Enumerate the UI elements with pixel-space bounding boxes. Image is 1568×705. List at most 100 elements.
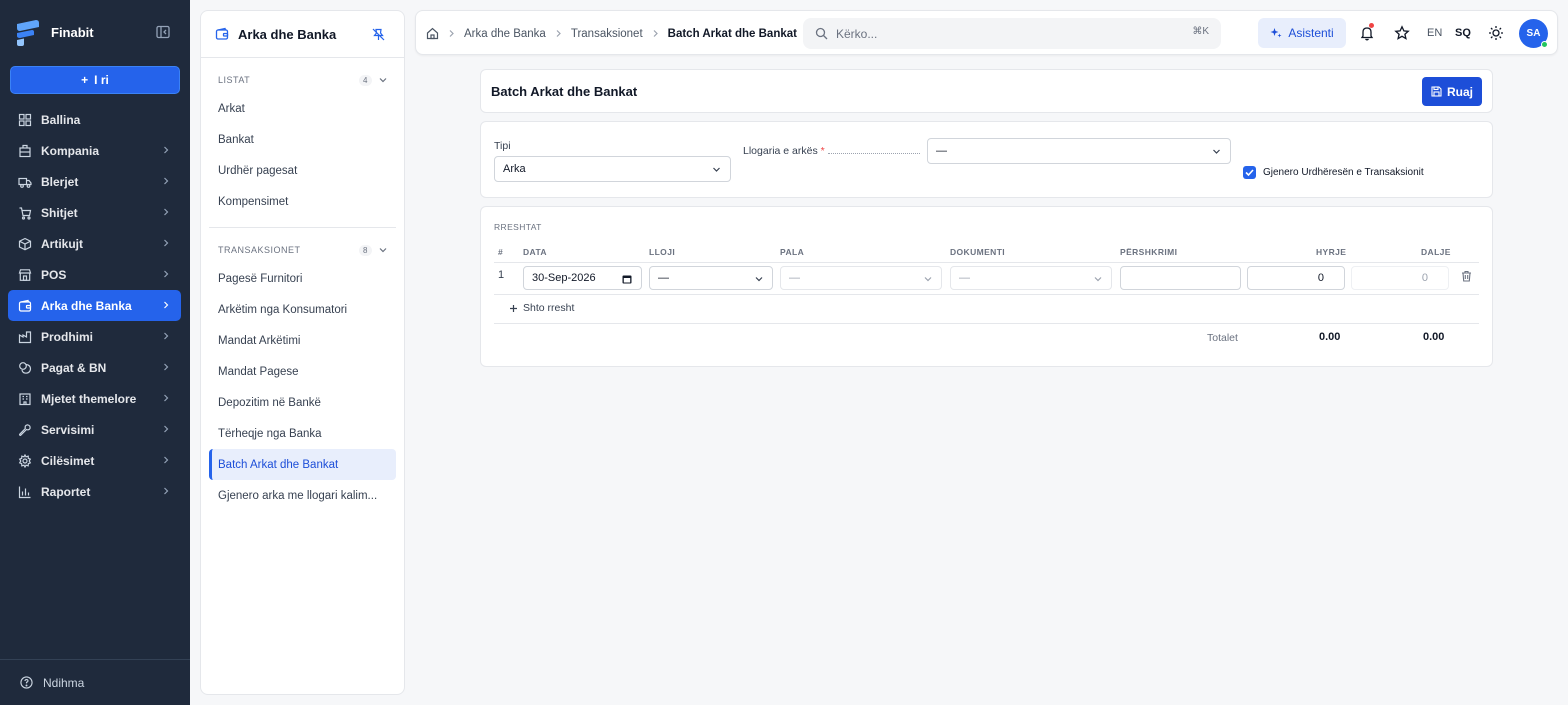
pala-select[interactable]: — xyxy=(780,266,942,290)
sidebar-item-ballina[interactable]: Ballina xyxy=(8,104,181,135)
sidebar-item-label: Ballina xyxy=(41,112,81,127)
chevron-right-icon xyxy=(164,425,169,433)
sidebar-item-prodhimi[interactable]: Prodhimi xyxy=(8,321,181,352)
panel-item[interactable]: Arkat xyxy=(209,93,396,124)
breadcrumb-item[interactable]: Arka dhe Banka xyxy=(464,28,546,40)
pershkrimi-input[interactable] xyxy=(1120,266,1241,290)
assets-icon xyxy=(19,392,31,405)
sidebar-item-blerjet[interactable]: Blerjet xyxy=(8,166,181,197)
panel-item[interactable]: Bankat xyxy=(209,124,396,155)
tipi-select[interactable]: Arka xyxy=(494,156,731,182)
dokumenti-select[interactable]: — xyxy=(950,266,1112,290)
chevron-right-icon xyxy=(164,456,169,464)
section-header[interactable]: TRANSAKSIONET 8 xyxy=(209,240,396,260)
sidebar-item-pagat-bn[interactable]: Pagat & BN xyxy=(8,352,181,383)
sidebar-item-kompania[interactable]: Kompania xyxy=(8,135,181,166)
sidebar-item-label: POS xyxy=(41,267,67,282)
section-title: TRANSAKSIONET xyxy=(218,245,301,255)
sidebar-item-arka-dhe-banka[interactable]: Arka dhe Banka xyxy=(8,290,181,321)
generate-label: Gjenero Urdhëresën e Transaksionit xyxy=(1263,167,1424,178)
help-icon xyxy=(20,676,33,689)
date-value: 30-Sep-2026 xyxy=(532,272,596,284)
label-leader-line xyxy=(828,153,920,154)
chevron-right-icon xyxy=(164,177,169,185)
llogaria-label-text: Llogaria e arkës xyxy=(743,145,818,157)
panel-item[interactable]: Depozitim në Bankë xyxy=(209,387,396,418)
panel-item[interactable]: Mandat Pagese xyxy=(209,356,396,387)
tipi-label: Tipi xyxy=(494,140,511,152)
panel-item-label: Kompensimet xyxy=(218,195,289,208)
lang-sq[interactable]: SQ xyxy=(1455,27,1471,39)
panel-item[interactable]: Kompensimet xyxy=(209,186,396,217)
lang-en[interactable]: EN xyxy=(1427,27,1442,39)
panel-item[interactable]: Batch Arkat dhe Bankat xyxy=(209,449,396,480)
panel-item-label: Arkëtim nga Konsumatori xyxy=(218,303,348,316)
home-icon[interactable] xyxy=(426,27,439,40)
generate-checkbox[interactable] xyxy=(1243,166,1256,179)
sidebar-item-label: Shitjet xyxy=(41,205,78,220)
sidebar-item-label: Mjetet themelore xyxy=(41,391,137,406)
panel-item[interactable]: Arkëtim nga Konsumatori xyxy=(209,294,396,325)
sidebar-item-mjetet-themelore[interactable]: Mjetet themelore xyxy=(8,383,181,414)
sidebar-item-label: Artikujt xyxy=(41,236,83,251)
star-icon[interactable] xyxy=(1394,25,1410,41)
assistant-button[interactable]: Asistenti xyxy=(1258,18,1346,48)
help-label: Ndihma xyxy=(43,675,85,690)
brand[interactable]: Finabit xyxy=(14,18,94,47)
sidebar-item-raportet[interactable]: Raportet xyxy=(8,476,181,507)
page-title: Batch Arkat dhe Bankat xyxy=(491,84,638,99)
save-button[interactable]: Ruaj xyxy=(1422,77,1482,106)
divider xyxy=(209,227,396,228)
sidebar-item-servisimi[interactable]: Servisimi xyxy=(8,414,181,445)
sidebar-collapse-icon[interactable] xyxy=(156,25,170,39)
chevron-right-icon xyxy=(164,208,169,216)
sidebar-item-pos[interactable]: POS xyxy=(8,259,181,290)
panel-item[interactable]: Gjenero arka me llogari kalim... xyxy=(209,480,396,511)
chevron-down-icon xyxy=(713,167,720,172)
panel-sections: LISTAT 4 Arkat Bankat Urdhër pagesat Kompensi… xyxy=(201,70,404,511)
new-button[interactable]: + I ri xyxy=(10,66,180,94)
cart-icon xyxy=(19,206,32,220)
panel-item-label: Batch Arkat dhe Bankat xyxy=(218,458,339,471)
help-link[interactable]: Ndihma xyxy=(0,659,190,705)
chevron-right-icon xyxy=(449,30,454,37)
panel-section: LISTAT 4 Arkat Bankat Urdhër pagesat Kompensi… xyxy=(201,70,404,228)
panel-item-label: Arkat xyxy=(218,102,245,115)
chevron-right-icon xyxy=(164,394,169,402)
gear-icon xyxy=(18,453,32,468)
sidebar-item-cilësimet[interactable]: Cilësimet xyxy=(8,445,181,476)
row-number: 1 xyxy=(498,269,505,281)
panel-item-label: Gjenero arka me llogari kalim... xyxy=(218,489,378,502)
panel-item[interactable]: Tërheqje nga Banka xyxy=(209,418,396,449)
panel-item[interactable]: Urdhër pagesat xyxy=(209,155,396,186)
llogaria-select[interactable]: — xyxy=(927,138,1231,164)
sidebar-item-artikujt[interactable]: Artikujt xyxy=(8,228,181,259)
store-icon xyxy=(18,268,32,281)
sidebar-item-label: Prodhimi xyxy=(41,329,94,344)
delete-row-icon[interactable] xyxy=(1461,270,1472,282)
hyrje-input[interactable]: 0 xyxy=(1247,266,1345,290)
add-row-button[interactable]: Shto rresht xyxy=(509,302,574,314)
section-count: 8 xyxy=(359,244,372,256)
search-input[interactable]: Kërko... ⌘K xyxy=(803,18,1221,49)
form-card: Tipi Arka Llogaria e arkës * — Gjenero U… xyxy=(480,121,1493,198)
unpin-icon[interactable] xyxy=(372,28,385,41)
sun-icon[interactable] xyxy=(1488,25,1504,41)
dalje-input[interactable]: 0 xyxy=(1351,266,1449,290)
panel-item-label: Pagesë Furnitori xyxy=(218,272,303,285)
tipi-value: Arka xyxy=(503,163,526,175)
breadcrumb-current: Batch Arkat dhe Bankat xyxy=(667,27,797,40)
section-header[interactable]: LISTAT 4 xyxy=(209,70,396,90)
sidebar-item-shitjet[interactable]: Shitjet xyxy=(8,197,181,228)
sidebar-item-label: Kompania xyxy=(41,143,100,158)
date-input[interactable]: 30-Sep-2026 xyxy=(523,266,642,290)
col-header: PALA xyxy=(780,247,805,257)
chevron-right-icon xyxy=(164,332,169,340)
hyrje-value: 0 xyxy=(1317,272,1324,284)
panel-item[interactable]: Mandat Arkëtimi xyxy=(209,325,396,356)
save-icon xyxy=(1431,86,1442,97)
panel-item[interactable]: Pagesë Furnitori xyxy=(209,263,396,294)
rows-section-title: RRESHTAT xyxy=(494,222,542,232)
lloji-select[interactable]: — xyxy=(649,266,773,290)
breadcrumb-item[interactable]: Transaksionet xyxy=(571,28,643,40)
